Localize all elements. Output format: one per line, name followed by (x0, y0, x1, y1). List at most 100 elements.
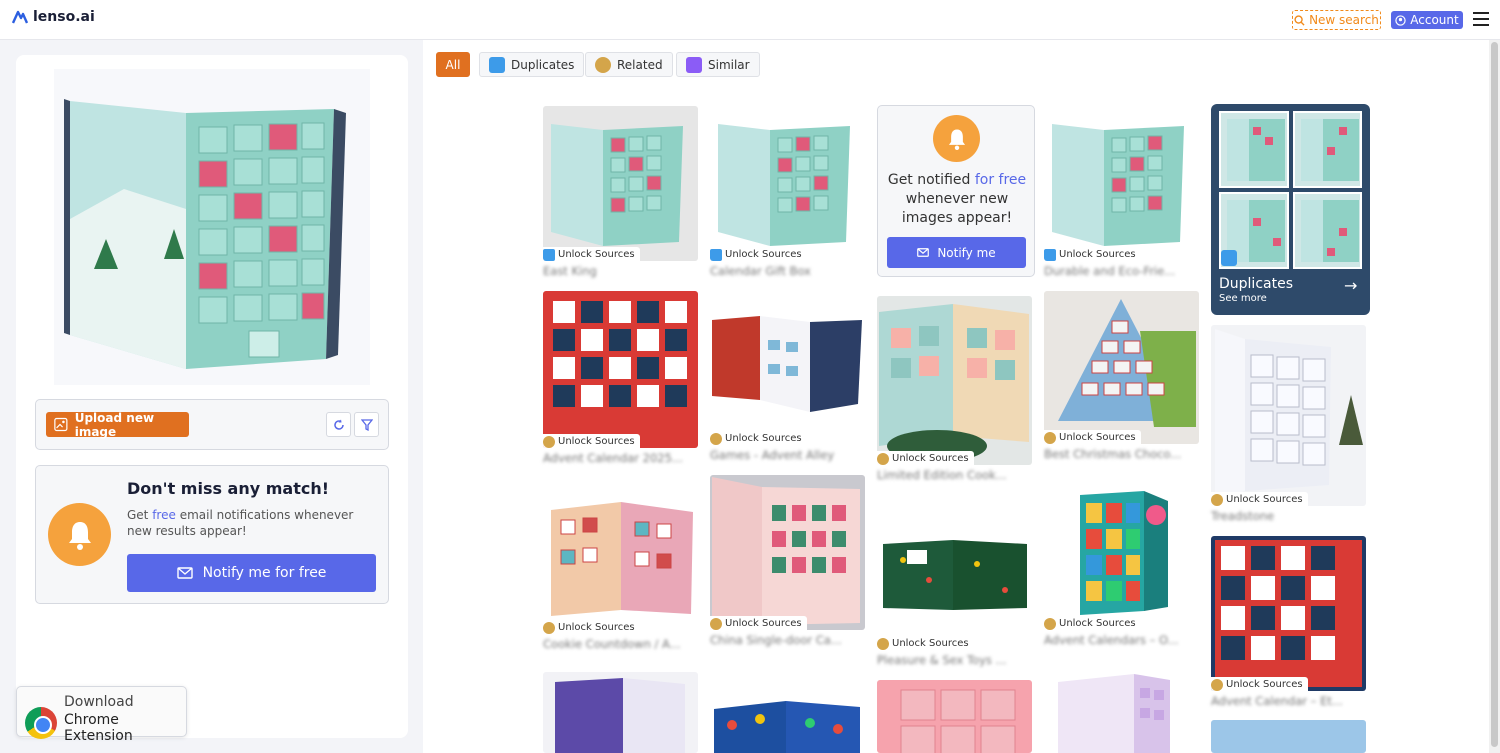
related-icon (1211, 678, 1223, 691)
see-more-link[interactable]: See more (1219, 293, 1267, 304)
result-title[interactable]: Pleasure & Sex Toys ... (877, 653, 1032, 667)
result-card[interactable]: Unlock Sources China Single-door Ca... (710, 475, 865, 647)
unlock-sources-badge[interactable]: Unlock Sources (1211, 677, 1308, 691)
result-thumbnail[interactable]: Unlock Sources (710, 475, 865, 630)
duplicates-icon (1044, 248, 1056, 261)
chrome-icon (25, 707, 57, 739)
result-thumbnail[interactable]: Unlock Sources (1044, 485, 1199, 630)
result-card[interactable]: Unlock Sources East King (543, 106, 698, 278)
result-card[interactable] (1044, 668, 1199, 753)
result-card[interactable] (1211, 720, 1366, 753)
logo[interactable]: lenso.ai (12, 9, 95, 25)
result-title[interactable]: Advent Calendar 2025... (543, 451, 698, 465)
result-card[interactable]: Unlock Sources Games - Advent Alley (710, 300, 865, 462)
refresh-button[interactable] (326, 412, 351, 437)
result-title[interactable]: Advent Calendar – Et... (1211, 694, 1366, 708)
notify-me-for-free-button[interactable]: Notify me for free (127, 554, 376, 592)
result-title[interactable]: Games - Advent Alley (710, 448, 865, 462)
result-thumbnail[interactable]: Unlock Sources (543, 291, 698, 448)
new-search-button[interactable]: New search (1292, 10, 1381, 30)
scrollbar[interactable] (1489, 40, 1500, 753)
result-thumbnail[interactable]: Unlock Sources (543, 490, 698, 634)
search-icon (1294, 14, 1305, 26)
result-card[interactable]: Unlock Sources Advent Calendars – O... (1044, 485, 1199, 647)
filter-similar[interactable]: Similar (676, 52, 760, 77)
result-thumbnail[interactable]: Unlock Sources (1044, 106, 1199, 261)
related-icon (710, 432, 722, 445)
result-card[interactable] (543, 672, 698, 753)
related-icon (877, 452, 889, 465)
scrollbar-thumb[interactable] (1491, 42, 1498, 747)
notify-text-free: free (152, 508, 176, 522)
result-card[interactable]: Unlock Sources Pleasure & Sex Toys ... (877, 500, 1032, 667)
result-thumbnail[interactable] (710, 695, 865, 753)
result-card[interactable] (877, 680, 1032, 753)
result-thumbnail[interactable]: Unlock Sources (1044, 291, 1199, 444)
upload-new-image-button[interactable]: Upload new image (46, 411, 189, 439)
duplicates-card[interactable]: Duplicates See more → (1211, 104, 1370, 315)
result-title[interactable]: Calendar Gift Box (710, 264, 865, 278)
result-thumbnail[interactable]: Unlock Sources (1211, 536, 1366, 691)
unlock-sources-badge[interactable]: Unlock Sources (1044, 430, 1141, 444)
result-thumbnail[interactable] (877, 680, 1032, 753)
unlock-sources-badge[interactable]: Unlock Sources (543, 620, 640, 634)
result-thumbnail[interactable]: Unlock Sources (710, 106, 865, 261)
unlock-sources-badge[interactable]: Unlock Sources (710, 431, 807, 445)
filter-all[interactable]: All (436, 52, 470, 77)
chrome-line2: Chrome Extension (64, 712, 133, 744)
filter-related[interactable]: Related (585, 52, 673, 77)
chrome-extension-banner[interactable]: Download Chrome Extension (16, 686, 187, 744)
result-card[interactable]: Unlock Sources Best Christmas Choco... (1044, 291, 1199, 461)
result-thumbnail[interactable]: Unlock Sources (543, 106, 698, 261)
image-upload-icon (54, 417, 68, 432)
notify-me-button[interactable]: Notify me (887, 237, 1026, 268)
notify-ad-card: Get notified for free whenever new image… (877, 105, 1035, 277)
result-thumbnail[interactable] (543, 672, 698, 753)
unlock-label: Unlock Sources (558, 249, 635, 260)
result-title[interactable]: Best Christmas Choco... (1044, 447, 1199, 461)
filter-button[interactable] (354, 412, 379, 437)
notify-button-label: Notify me for free (202, 565, 327, 581)
unlock-sources-badge[interactable]: Unlock Sources (877, 451, 974, 465)
unlock-sources-badge[interactable]: Unlock Sources (543, 434, 640, 448)
duplicates-icon (543, 248, 555, 261)
result-thumbnail[interactable] (1044, 668, 1199, 753)
result-title[interactable]: Treadstone (1211, 509, 1366, 523)
result-card[interactable]: Unlock Sources Calendar Gift Box (710, 106, 865, 278)
result-title[interactable]: Durable and Eco-Frie... (1044, 264, 1199, 278)
filter-duplicates[interactable]: Duplicates (479, 52, 585, 77)
result-title[interactable]: Cookie Countdown / A... (543, 637, 698, 651)
result-thumbnail[interactable]: Unlock Sources (877, 296, 1032, 465)
result-thumbnail[interactable]: Unlock Sources (877, 500, 1032, 650)
result-card[interactable]: Unlock Sources Durable and Eco-Frie... (1044, 106, 1199, 278)
unlock-sources-badge[interactable]: Unlock Sources (543, 247, 640, 261)
result-card[interactable]: Unlock Sources Limited Edition Cook... (877, 296, 1032, 482)
arrow-right-icon[interactable]: → (1344, 276, 1357, 295)
result-card[interactable] (710, 695, 865, 753)
duplicates-title: Duplicates (1219, 276, 1293, 292)
result-thumbnail[interactable] (1211, 720, 1366, 753)
unlock-label: Unlock Sources (558, 436, 635, 447)
filter-icon (360, 418, 373, 431)
unlock-sources-badge[interactable]: Unlock Sources (1211, 492, 1308, 506)
account-button[interactable]: Account (1391, 11, 1463, 29)
hamburger-menu-icon[interactable] (1473, 12, 1489, 26)
unlock-sources-badge[interactable]: Unlock Sources (1044, 616, 1141, 630)
unlock-sources-badge[interactable]: Unlock Sources (1044, 247, 1141, 261)
result-thumbnail[interactable]: Unlock Sources (1211, 325, 1366, 506)
result-card[interactable]: Unlock Sources Advent Calendar 2025... (543, 291, 698, 465)
result-title[interactable]: Advent Calendars – O... (1044, 633, 1199, 647)
result-card[interactable]: Unlock Sources Cookie Countdown / A... (543, 490, 698, 651)
related-icon (877, 637, 889, 650)
unlock-sources-badge[interactable]: Unlock Sources (710, 616, 807, 630)
result-card[interactable]: Unlock Sources Advent Calendar – Et... (1211, 536, 1366, 708)
result-title[interactable]: East King (543, 264, 698, 278)
result-title[interactable]: China Single-door Ca... (710, 633, 865, 647)
result-title[interactable]: Limited Edition Cook... (877, 468, 1032, 482)
unlock-label: Unlock Sources (725, 249, 802, 260)
result-card[interactable]: Unlock Sources Treadstone (1211, 325, 1366, 523)
result-thumbnail[interactable]: Unlock Sources (710, 300, 865, 445)
unlock-sources-badge[interactable]: Unlock Sources (710, 247, 807, 261)
duplicate-preview (1219, 111, 1289, 188)
unlock-sources-badge[interactable]: Unlock Sources (877, 636, 974, 650)
